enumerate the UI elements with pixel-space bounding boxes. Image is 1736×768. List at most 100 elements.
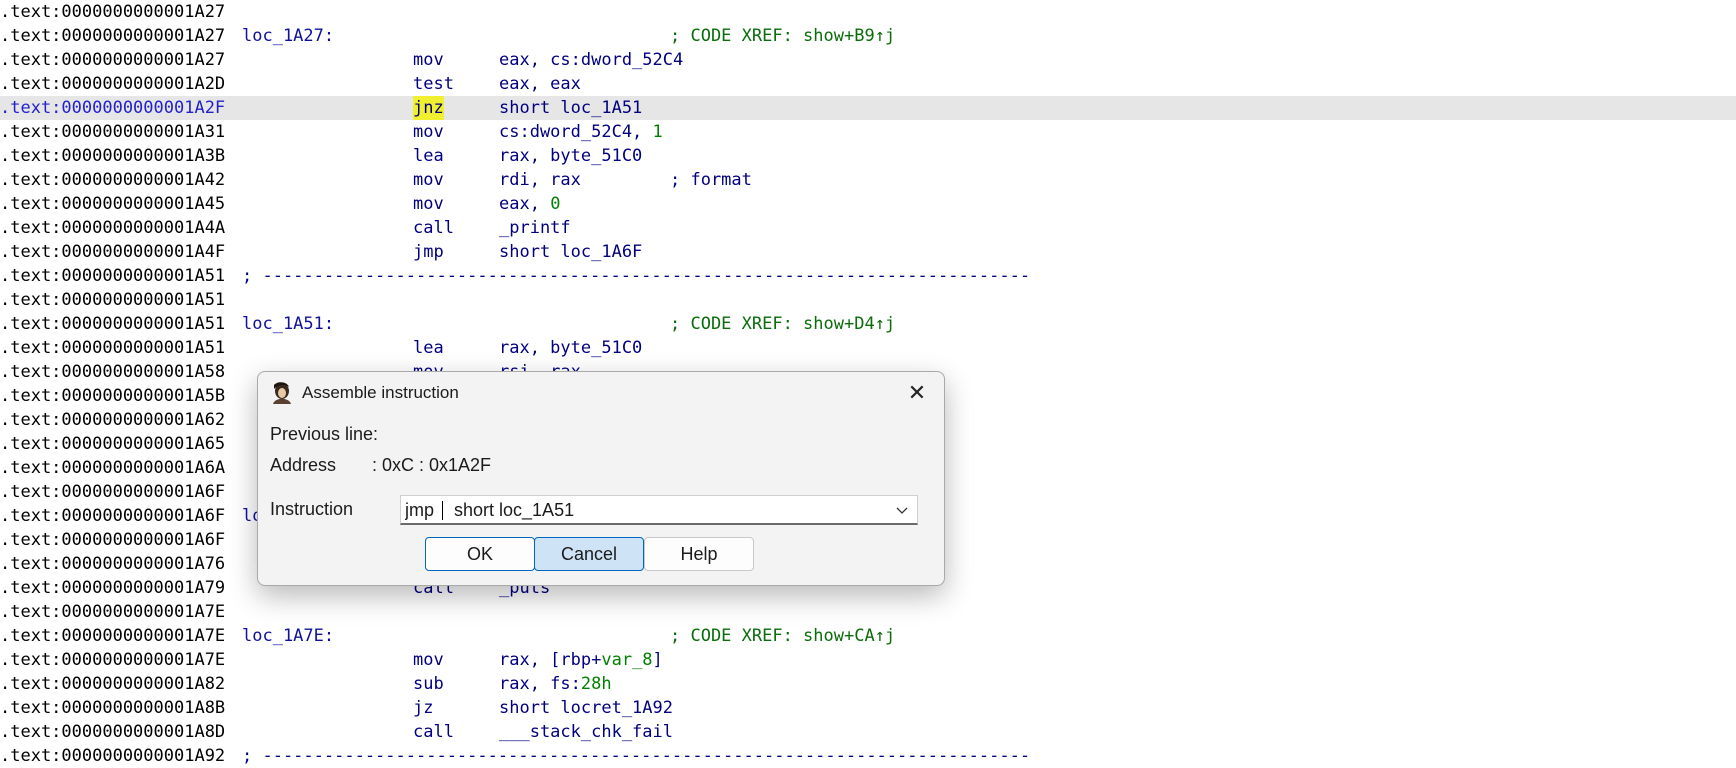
listing-row[interactable]: .text:0000000000001A82 sub rax, fs:28h xyxy=(0,672,1736,696)
listing-row[interactable]: .text:0000000000001A27 loc_1A27: ; CODE XR… xyxy=(0,24,1736,48)
ok-button[interactable]: OK xyxy=(425,537,535,571)
mnemonic[interactable]: test xyxy=(413,72,454,96)
listing-row[interactable]: .text:0000000000001A7E mov rax, [rbp+var_8… xyxy=(0,648,1736,672)
operands[interactable]: rax, byte_51C0 xyxy=(499,144,642,168)
row-address[interactable]: .text:0000000000001A6F xyxy=(0,504,225,528)
row-address[interactable]: .text:0000000000001A8B xyxy=(0,696,225,720)
listing-row[interactable]: .text:0000000000001A31 mov cs:dword_52C4, … xyxy=(0,120,1736,144)
row-address[interactable]: .text:0000000000001A58 xyxy=(0,360,225,384)
close-icon[interactable]: ✕ xyxy=(904,380,930,406)
operands[interactable]: rax, fs:28h xyxy=(499,672,612,696)
mnemonic[interactable]: mov xyxy=(413,168,444,192)
operands[interactable]: short locret_1A92 xyxy=(499,696,673,720)
operand-text[interactable]: ___stack_chk_fail xyxy=(499,722,673,742)
row-address[interactable]: .text:0000000000001A7E xyxy=(0,600,225,624)
operand-text[interactable]: rax, byte_51C0 xyxy=(499,146,642,166)
listing-row[interactable]: .text:0000000000001A3B lea rax, byte_51C0 xyxy=(0,144,1736,168)
operand-value[interactable]: 1 xyxy=(653,122,663,142)
instruction-combobox[interactable] xyxy=(400,495,918,525)
listing-row[interactable]: .text:0000000000001A4A call _printf xyxy=(0,216,1736,240)
operand-text[interactable]: _printf xyxy=(499,218,571,238)
row-address[interactable]: .text:0000000000001A42 xyxy=(0,168,225,192)
operand-text[interactable]: short loc_1A6F xyxy=(499,242,642,262)
operand-text[interactable]: eax, eax xyxy=(499,74,581,94)
operand-text[interactable]: short loc_1A51 xyxy=(499,98,642,118)
code-label[interactable]: loc_1A27: xyxy=(242,24,334,48)
listing-row[interactable]: .text:0000000000001A4F jmp short loc_1A6F xyxy=(0,240,1736,264)
instruction-input[interactable] xyxy=(405,496,875,524)
mnemonic[interactable]: mov xyxy=(413,120,444,144)
mnemonic[interactable]: mov xyxy=(413,48,444,72)
mnemonic[interactable]: jz xyxy=(413,696,433,720)
operands[interactable]: eax, 0 xyxy=(499,192,560,216)
code-label[interactable]: loc_1A51: xyxy=(242,312,334,336)
row-address[interactable]: .text:0000000000001A8D xyxy=(0,720,225,744)
code-label[interactable]: loc_1A7E: xyxy=(242,624,334,648)
row-address[interactable]: .text:0000000000001A51 xyxy=(0,264,225,288)
operand-text[interactable]: rax, byte_51C0 xyxy=(499,338,642,358)
listing-row[interactable]: .text:0000000000001A7E xyxy=(0,600,1736,624)
row-address[interactable]: .text:0000000000001A4F xyxy=(0,240,225,264)
mnemonic[interactable]: sub xyxy=(413,672,444,696)
operands[interactable]: _printf xyxy=(499,216,571,240)
mnemonic[interactable]: mov xyxy=(413,192,444,216)
listing-row[interactable]: .text:0000000000001A2D test eax, eax xyxy=(0,72,1736,96)
listing-row[interactable]: .text:0000000000001A42 mov rdi, rax ; forma… xyxy=(0,168,1736,192)
row-address[interactable]: .text:0000000000001A6F xyxy=(0,528,225,552)
operand-text[interactable]: cs:dword_52C4, xyxy=(499,122,653,142)
operands[interactable]: rax, byte_51C0 xyxy=(499,336,642,360)
operands[interactable]: ___stack_chk_fail xyxy=(499,720,673,744)
row-address[interactable]: .text:0000000000001A51 xyxy=(0,312,225,336)
row-address[interactable]: .text:0000000000001A6F xyxy=(0,480,225,504)
listing-row[interactable]: .text:0000000000001A2F jnz short loc_1A51 xyxy=(0,96,1736,120)
row-address[interactable]: .text:0000000000001A27 xyxy=(0,24,225,48)
dialog-titlebar[interactable]: Assemble instruction ✕ xyxy=(258,372,944,414)
mnemonic[interactable]: call xyxy=(413,216,454,240)
row-address[interactable]: .text:0000000000001A7E xyxy=(0,624,225,648)
operand-text[interactable]: eax, cs:dword_52C4 xyxy=(499,50,683,70)
row-address[interactable]: .text:0000000000001A31 xyxy=(0,120,225,144)
listing-row[interactable]: .text:0000000000001A8B jz short locret_1A9… xyxy=(0,696,1736,720)
row-address[interactable]: .text:0000000000001A6A xyxy=(0,456,225,480)
operand-text[interactable]: rax, fs: xyxy=(499,674,581,694)
listing-row[interactable]: .text:0000000000001A51 xyxy=(0,288,1736,312)
operands[interactable]: short loc_1A51 xyxy=(499,96,642,120)
listing-row[interactable]: .text:0000000000001A27 mov eax, cs:dword_5… xyxy=(0,48,1736,72)
help-button[interactable]: Help xyxy=(644,537,754,571)
operands[interactable]: cs:dword_52C4, 1 xyxy=(499,120,663,144)
cancel-button[interactable]: Cancel xyxy=(534,537,644,571)
chevron-down-icon[interactable] xyxy=(895,504,909,518)
operands[interactable]: eax, eax xyxy=(499,72,581,96)
listing-row[interactable]: .text:0000000000001A8D call ___stack_chk_f… xyxy=(0,720,1736,744)
listing-row[interactable]: .text:0000000000001A51 ; ----------------… xyxy=(0,264,1736,288)
row-address[interactable]: .text:0000000000001A27 xyxy=(0,0,225,24)
mnemonic[interactable]: mov xyxy=(413,648,444,672)
listing-row[interactable]: .text:0000000000001A51 lea rax, byte_51C0 xyxy=(0,336,1736,360)
row-address[interactable]: .text:0000000000001A7E xyxy=(0,648,225,672)
row-address[interactable]: .text:0000000000001A27 xyxy=(0,48,225,72)
row-address[interactable]: .text:0000000000001A4A xyxy=(0,216,225,240)
row-address[interactable]: .text:0000000000001A79 xyxy=(0,576,225,600)
row-address[interactable]: .text:0000000000001A3B xyxy=(0,144,225,168)
mnemonic[interactable]: jmp xyxy=(413,240,444,264)
listing-row[interactable]: .text:0000000000001A45 mov eax, 0 xyxy=(0,192,1736,216)
operand-text[interactable]: short locret_1A92 xyxy=(499,698,673,718)
mnemonic[interactable]: lea xyxy=(413,336,444,360)
row-address[interactable]: .text:0000000000001A76 xyxy=(0,552,225,576)
row-address[interactable]: .text:0000000000001A82 xyxy=(0,672,225,696)
listing-row[interactable]: .text:0000000000001A27 xyxy=(0,0,1736,24)
operands[interactable]: short loc_1A6F xyxy=(499,240,642,264)
row-address[interactable]: .text:0000000000001A2D xyxy=(0,72,225,96)
listing-row[interactable]: .text:0000000000001A92 ; ----------------… xyxy=(0,744,1736,768)
operand-text[interactable]: eax, xyxy=(499,194,550,214)
row-address[interactable]: .text:0000000000001A45 xyxy=(0,192,225,216)
row-address[interactable]: .text:0000000000001A51 xyxy=(0,336,225,360)
listing-row[interactable]: .text:0000000000001A7E loc_1A7E: ; CODE XR… xyxy=(0,624,1736,648)
operand-value[interactable]: 28h xyxy=(581,674,612,694)
mnemonic[interactable]: call xyxy=(413,720,454,744)
operand-value[interactable]: var_8 xyxy=(601,650,652,670)
mnemonic[interactable]: lea xyxy=(413,144,444,168)
row-address[interactable]: .text:0000000000001A51 xyxy=(0,288,225,312)
row-address[interactable]: .text:0000000000001A92 xyxy=(0,744,225,768)
listing-row[interactable]: .text:0000000000001A51 loc_1A51: ; CODE XR… xyxy=(0,312,1736,336)
